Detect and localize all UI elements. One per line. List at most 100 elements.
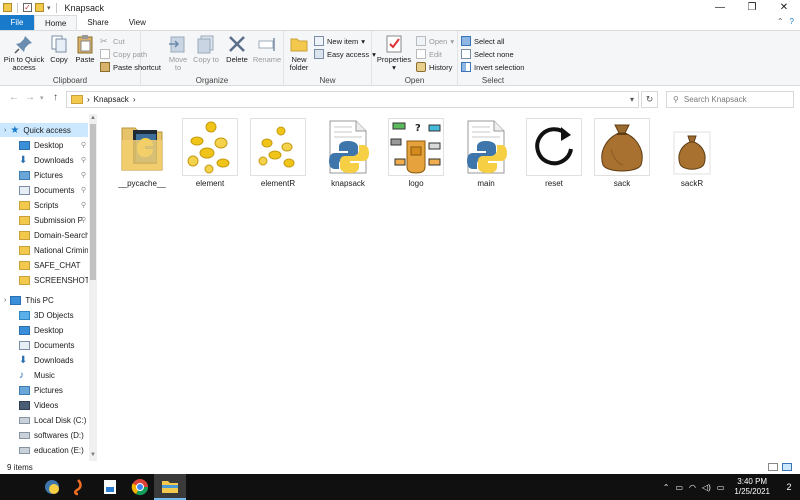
nav-item-downloads[interactable]: ⬇ Downloads ⚲ xyxy=(0,153,88,167)
invert-selection-button[interactable]: Invert selection xyxy=(461,61,524,73)
taskbar-app-chrome-icon[interactable] xyxy=(124,474,156,500)
show-hidden-icons-icon[interactable]: ⌃ xyxy=(663,483,670,492)
nav-item-pictures[interactable]: Pictures xyxy=(0,383,88,397)
file-item[interactable]: ? logo xyxy=(384,118,448,192)
nav-item-domain-search[interactable]: Domain-Search- xyxy=(0,228,88,242)
nav-item-scripts[interactable]: Scripts ⚲ xyxy=(0,198,88,212)
help-icon[interactable]: ? xyxy=(790,17,794,26)
folder-icon xyxy=(121,127,163,171)
nav-item-documents[interactable]: Documents xyxy=(0,338,88,352)
notifications-count: 2 xyxy=(786,482,792,492)
history-button[interactable]: History xyxy=(416,61,452,73)
clock-date: 1/25/2021 xyxy=(734,487,770,496)
file-name: element xyxy=(195,179,225,188)
clock[interactable]: 3:40 PM 1/25/2021 xyxy=(734,477,770,497)
up-button[interactable]: ↑ xyxy=(53,92,58,103)
customize-dropdown-icon[interactable]: ▾ xyxy=(47,4,51,12)
taskbar-app-editor-icon[interactable] xyxy=(62,474,94,500)
maximize-button[interactable]: ❐ xyxy=(736,0,768,15)
delete-button[interactable]: Delete xyxy=(223,34,251,64)
expand-chevron-icon[interactable]: › xyxy=(4,127,6,134)
easy-access-button[interactable]: Easy access ▾ xyxy=(314,48,376,60)
nav-item-videos[interactable]: Videos xyxy=(0,398,88,412)
address-dropdown-icon[interactable]: ▾ xyxy=(630,95,634,104)
details-view-icon[interactable] xyxy=(768,463,778,471)
nav-item-softwares-d[interactable]: softwares (D:) xyxy=(0,428,88,442)
paste-button[interactable]: Paste xyxy=(73,34,97,64)
battery-icon[interactable]: ▭ xyxy=(675,483,683,492)
move-to-button[interactable]: Move to xyxy=(165,34,191,72)
nav-item-music[interactable]: ♪ Music xyxy=(0,368,88,382)
minimize-button[interactable]: — xyxy=(704,0,736,15)
nav-item-safe-chat[interactable]: SAFE_CHAT xyxy=(0,258,88,272)
file-item[interactable]: elementR xyxy=(246,118,310,192)
easy-access-label: Easy access xyxy=(327,49,370,59)
input-indicator-icon[interactable]: ▭ xyxy=(717,483,725,492)
file-item[interactable]: reset xyxy=(522,118,586,192)
taskbar-app-notepad-icon[interactable] xyxy=(94,474,126,500)
nav-this-pc[interactable]: › This PC xyxy=(0,293,88,307)
volume-icon[interactable]: ◁) xyxy=(702,483,711,492)
file-item[interactable]: knapsack xyxy=(316,118,380,192)
select-all-button[interactable]: Select all xyxy=(461,35,504,47)
file-item[interactable]: sack xyxy=(590,118,654,192)
nav-item-screenshots[interactable]: SCREENSHOTS xyxy=(0,273,88,287)
nav-scrollbar-thumb[interactable] xyxy=(90,124,96,280)
rename-button[interactable]: Rename xyxy=(253,34,281,64)
nav-item-desktop[interactable]: Desktop ⚲ xyxy=(0,138,88,152)
nav-item-documents[interactable]: Documents ⚲ xyxy=(0,183,88,197)
nav-item-submission[interactable]: Submission P ⚲ xyxy=(0,213,88,227)
edit-button[interactable]: Edit xyxy=(416,48,442,60)
nav-item-3d-objects[interactable]: 3D Objects xyxy=(0,308,88,322)
organize-group: Move to Copy to Delete Rename Organize xyxy=(141,31,284,86)
tab-file[interactable]: File xyxy=(0,15,34,30)
tab-home[interactable]: Home xyxy=(34,15,78,30)
open-button[interactable]: Open ▾ xyxy=(416,35,454,47)
recent-locations-dropdown-icon[interactable]: ▾ xyxy=(40,94,44,102)
logo-thumbnail: ? xyxy=(388,118,444,176)
collapse-ribbon-icon[interactable]: ⌃ xyxy=(777,17,784,26)
tab-share[interactable]: Share xyxy=(77,15,118,30)
tab-view[interactable]: View xyxy=(119,15,156,30)
scroll-up-icon[interactable]: ▲ xyxy=(89,115,97,123)
copy-to-button[interactable]: Copy to xyxy=(193,34,219,64)
file-item[interactable]: main xyxy=(454,118,518,192)
select-none-button[interactable]: Select none xyxy=(461,48,514,60)
nav-item-label: Downloads xyxy=(34,155,74,165)
large-icons-view-icon[interactable] xyxy=(782,463,792,471)
scroll-down-icon[interactable]: ▼ xyxy=(89,452,97,460)
new-item-button[interactable]: New item ▾ xyxy=(314,35,365,47)
status-bar: 9 items xyxy=(0,461,800,474)
search-icon: ⚲ xyxy=(673,95,679,104)
forward-button[interactable]: → xyxy=(25,92,35,103)
file-item[interactable]: __pycache__ xyxy=(110,118,174,192)
back-button[interactable]: ← xyxy=(9,92,19,103)
music-icon: ♪ xyxy=(19,369,24,381)
properties-icon[interactable]: ✓ xyxy=(23,3,32,12)
nav-item-education-e[interactable]: education (E:) xyxy=(0,443,88,457)
refresh-button[interactable]: ↻ xyxy=(641,91,658,108)
nav-item-local-disk-c[interactable]: Local Disk (C:) xyxy=(0,413,88,427)
new-folder-icon[interactable] xyxy=(35,3,44,12)
address-bar[interactable]: › Knapsack › ▾ xyxy=(66,91,639,108)
nav-item-downloads[interactable]: ⬇ Downloads xyxy=(0,353,88,367)
nav-item-national-crimina[interactable]: National Crimina xyxy=(0,243,88,257)
nav-quick-access[interactable]: › ★ Quick access xyxy=(0,123,88,137)
nav-item-desktop[interactable]: Desktop xyxy=(0,323,88,337)
file-item[interactable]: sackR xyxy=(660,118,724,192)
breadcrumb-knapsack[interactable]: Knapsack xyxy=(94,95,129,104)
search-placeholder: Search Knapsack xyxy=(683,95,747,104)
nav-item-pictures[interactable]: Pictures ⚲ xyxy=(0,168,88,182)
expand-chevron-icon[interactable]: › xyxy=(4,297,6,304)
copy-button[interactable]: Copy xyxy=(47,34,71,64)
properties-button[interactable]: Properties ▾ xyxy=(376,34,412,72)
new-folder-button[interactable]: New folder xyxy=(288,34,310,72)
network-icon[interactable]: ◠ xyxy=(689,483,696,492)
pin-to-quick-access-button[interactable]: Pin to Quick access xyxy=(3,34,45,72)
taskbar-app-file-explorer-icon[interactable] xyxy=(154,474,186,500)
cut-button[interactable]: ✂ Cut xyxy=(100,35,125,47)
file-item[interactable]: element xyxy=(178,118,242,192)
notifications-button[interactable]: 2 xyxy=(778,474,800,500)
search-input[interactable]: ⚲ Search Knapsack xyxy=(666,91,794,108)
close-button[interactable]: ✕ xyxy=(768,0,800,15)
